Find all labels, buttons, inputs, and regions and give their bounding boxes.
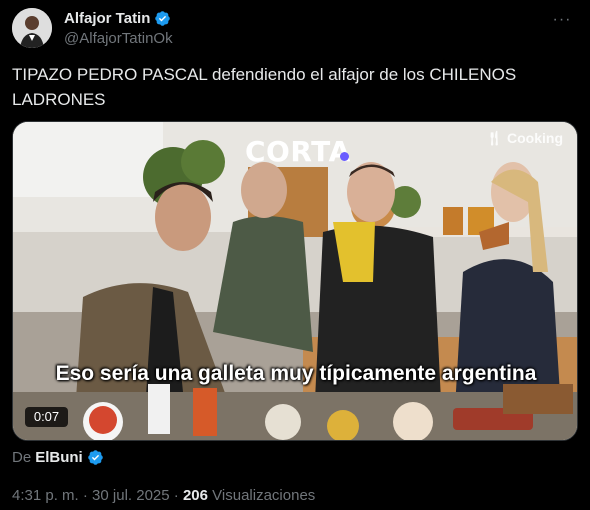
tweet-header: Alfajor Tatin @AlfajorTatinOk ··· <box>12 8 578 52</box>
views-count: 206 <box>182 487 208 504</box>
tweet-metadata: 4:31 p. m. · 30 jul. 2025 · 206 Visualiz… <box>12 487 315 504</box>
author-display-name[interactable]: Alfajor Tatin <box>64 10 150 27</box>
video-subtitle: Eso sería una galleta muy típicamente ar… <box>55 362 537 385</box>
avatar[interactable] <box>12 8 52 48</box>
author-name-row[interactable]: Alfajor Tatin <box>64 10 171 27</box>
source-name-link[interactable]: ElBuni <box>35 449 83 466</box>
verified-badge-icon <box>155 11 171 26</box>
video-player[interactable]: CORTA 🍴︎ Cooking Eso sería una galleta m… <box>12 121 578 441</box>
meta-separator: · <box>173 487 179 504</box>
verified-badge-icon <box>87 450 103 465</box>
tweet-date[interactable]: 30 jul. 2025 <box>92 487 170 504</box>
video-duration-badge: 0:07 <box>25 407 68 427</box>
tweet-text: TIPAZO PEDRO PASCAL defendiendo el alfaj… <box>12 65 517 109</box>
video-source-attribution: De ElBuni <box>12 449 104 466</box>
meta-separator: · <box>82 487 88 504</box>
brand-logo-corta: CORTA <box>245 135 351 168</box>
tweet-time[interactable]: 4:31 p. m. <box>12 487 79 504</box>
video-frame <box>13 122 577 440</box>
views-label: Visualizaciones <box>212 487 316 504</box>
more-horizontal-icon[interactable]: ··· <box>550 12 574 32</box>
cooking-logo-icon: 🍴︎ <box>485 130 507 146</box>
author-handle[interactable]: @AlfajorTatinOk <box>64 30 173 47</box>
source-prefix: De <box>12 449 32 466</box>
brand-dot-icon <box>340 152 349 161</box>
brand-logo-cooking: 🍴︎ Cooking <box>485 130 563 146</box>
